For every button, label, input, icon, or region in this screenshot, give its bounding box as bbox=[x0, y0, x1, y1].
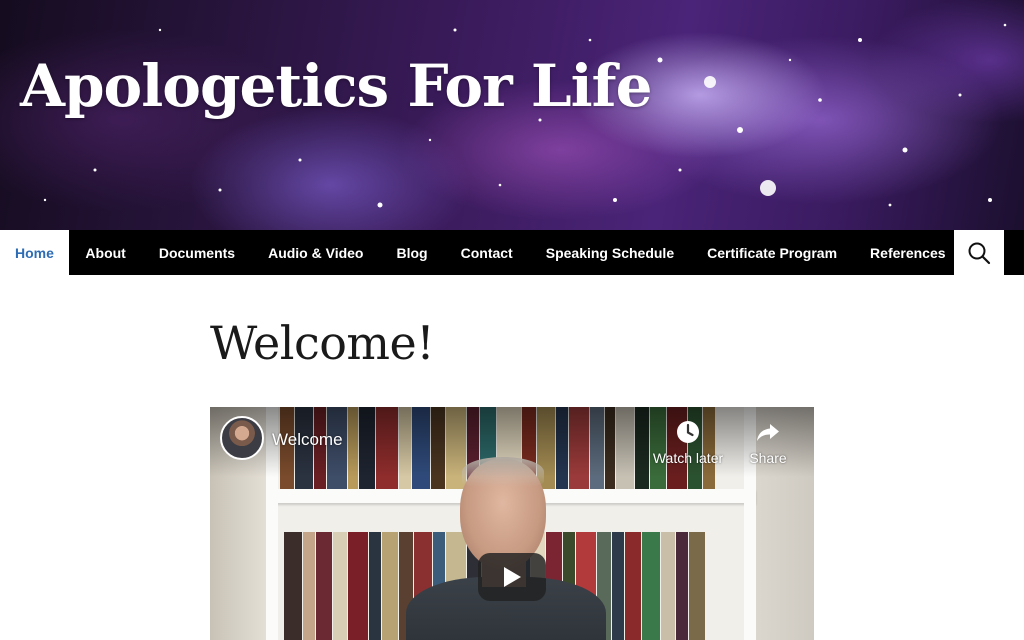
nav-item-contact[interactable]: Contact bbox=[444, 230, 529, 275]
nav-item-audio-video[interactable]: Audio & Video bbox=[252, 230, 380, 275]
share-button[interactable]: Share bbox=[728, 419, 808, 466]
nav-item-about[interactable]: About bbox=[69, 230, 142, 275]
video-title[interactable]: Welcome bbox=[272, 430, 343, 450]
site-header-banner: Apologetics For Life bbox=[0, 0, 1024, 230]
play-button[interactable] bbox=[478, 553, 546, 601]
search-icon bbox=[968, 242, 991, 264]
site-title[interactable]: Apologetics For Life bbox=[20, 52, 653, 120]
search-button[interactable] bbox=[954, 230, 1004, 275]
share-label: Share bbox=[749, 450, 787, 466]
watch-later-button[interactable]: Watch later bbox=[648, 419, 728, 466]
nav-item-speaking-schedule[interactable]: Speaking Schedule bbox=[529, 230, 690, 275]
nav-item-documents[interactable]: Documents bbox=[142, 230, 251, 275]
page-title: Welcome! bbox=[210, 316, 435, 370]
channel-avatar[interactable] bbox=[220, 416, 264, 460]
nav-item-certificate-program[interactable]: Certificate Program bbox=[691, 230, 854, 275]
main-navigation: Home About Documents Audio & Video Blog … bbox=[0, 230, 1024, 275]
nav-item-blog[interactable]: Blog bbox=[380, 230, 444, 275]
embedded-video-player[interactable]: Welcome Watch later Share bbox=[210, 407, 814, 640]
nav-item-references[interactable]: References bbox=[854, 230, 963, 275]
share-arrow-icon bbox=[757, 424, 779, 441]
clock-icon bbox=[677, 421, 699, 443]
watch-later-label: Watch later bbox=[652, 450, 724, 466]
play-icon bbox=[504, 567, 521, 587]
nav-item-home[interactable]: Home bbox=[0, 230, 69, 275]
